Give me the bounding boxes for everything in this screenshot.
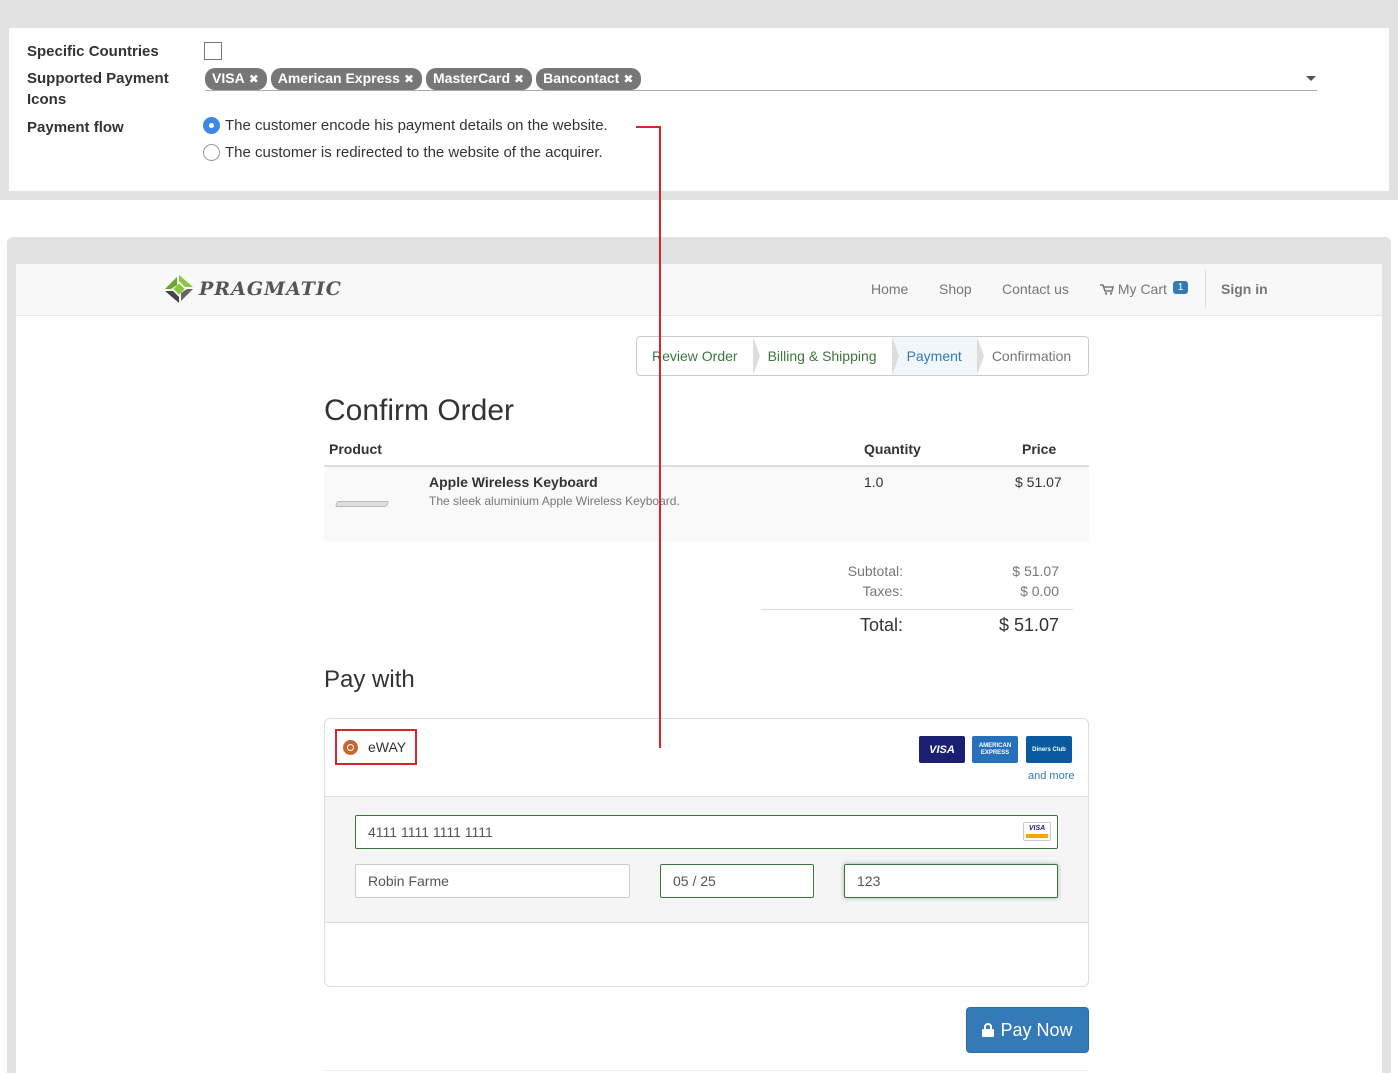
tag-remove-icon[interactable]: ✖ <box>623 72 633 86</box>
nav-shop[interactable]: Shop <box>939 281 972 297</box>
payment-icons-tags: VISA ✖ American Express ✖ MasterCard ✖ Banc… <box>205 68 642 90</box>
page-bottom-divider <box>324 1070 1089 1071</box>
diners-icon-text: Diners Club <box>1032 746 1066 753</box>
wizard-step-confirmation: Confirmation <box>991 348 1072 364</box>
card-number-input[interactable]: 4111 1111 1111 1111 VISA <box>355 815 1058 849</box>
column-header-product: Product <box>329 441 382 457</box>
flow-option-label: The customer encode his payment details … <box>225 117 608 134</box>
totals-divider <box>761 609 1073 610</box>
cart-count-badge: 1 <box>1172 281 1189 294</box>
taxes-label: Taxes: <box>862 583 903 599</box>
tag-label: VISA <box>212 70 245 86</box>
pragmatic-logo-icon <box>165 275 193 303</box>
tags-input-underline[interactable] <box>205 90 1317 91</box>
product-description: The sleek aluminium Apple Wireless Keybo… <box>429 494 680 508</box>
card-cvc-input[interactable]: 123 <box>844 864 1058 898</box>
checkout-wizard: Review Order Billing & Shipping Payment … <box>636 336 1089 376</box>
card-number-value: 4111 1111 1111 1111 <box>368 824 493 840</box>
acquirer-eway-option[interactable]: eWAY <box>335 729 417 765</box>
tag-visa: VISA ✖ <box>205 68 267 90</box>
visa-icon: VISA <box>919 736 965 763</box>
supported-icons-label-line2: Icons <box>27 91 67 108</box>
payment-acquirer-panel: eWAY VISA AMERICAN EXPRESS Diners Club a… <box>324 718 1089 987</box>
supported-icons-label: Supported Payment Icons <box>27 68 169 110</box>
and-more-link[interactable]: and more <box>1028 770 1074 782</box>
product-price: $ 51.07 <box>1015 474 1062 490</box>
tag-bancontact: Bancontact ✖ <box>536 68 642 90</box>
brand-logo[interactable]: PRAGMATIC <box>163 273 342 305</box>
specific-countries-label: Specific Countries <box>27 43 159 60</box>
card-form: 4111 1111 1111 1111 VISA Robin Farme 05 … <box>325 797 1088 923</box>
amex-icon-text: AMERICAN EXPRESS <box>978 742 1012 756</box>
tag-label: MasterCard <box>433 70 511 86</box>
pay-with-heading: Pay with <box>324 666 415 693</box>
column-header-quantity: Quantity <box>864 441 921 457</box>
annotation-line <box>659 126 661 748</box>
pay-now-button[interactable]: Pay Now <box>966 1007 1089 1053</box>
specific-countries-checkbox[interactable] <box>204 42 222 60</box>
product-name[interactable]: Apple Wireless Keyboard <box>429 474 598 490</box>
card-expiry-input[interactable]: 05 / 25 <box>660 864 814 898</box>
sign-in-link[interactable]: Sign in <box>1221 281 1268 297</box>
acquirer-name: eWAY <box>368 739 407 755</box>
dropdown-caret-icon[interactable] <box>1306 76 1316 81</box>
product-quantity: 1.0 <box>864 474 884 490</box>
page-title: Confirm Order <box>324 394 515 427</box>
column-header-price: Price <box>1022 441 1057 457</box>
card-holder-input[interactable]: Robin Farme <box>355 864 630 898</box>
tag-remove-icon[interactable]: ✖ <box>404 72 414 86</box>
nav-divider <box>1205 270 1206 308</box>
diners-club-icon: Diners Club <box>1026 736 1072 763</box>
tag-remove-icon[interactable]: ✖ <box>249 72 259 86</box>
american-express-icon: AMERICAN EXPRESS <box>972 736 1018 763</box>
website-checkout-page: PRAGMATIC Home Shop Contact us My Cart 1… <box>16 264 1382 1073</box>
radio-unselected-icon[interactable] <box>203 144 220 161</box>
subtotal-label: Subtotal: <box>847 563 903 579</box>
wizard-step-review-order[interactable]: Review Order <box>637 337 760 375</box>
brand-name: PRAGMATIC <box>199 278 342 300</box>
acquirer-header: eWAY VISA AMERICAN EXPRESS Diners Club a… <box>325 719 1088 797</box>
flow-option-on-site[interactable]: The customer encode his payment details … <box>203 117 608 134</box>
visa-icon-text: VISA <box>929 743 955 756</box>
nav-home[interactable]: Home <box>871 281 908 297</box>
tag-label: Bancontact <box>543 70 620 86</box>
tag-label: American Express <box>277 70 400 86</box>
flow-option-label: The customer is redirected to the websit… <box>225 144 603 161</box>
nav-my-cart[interactable]: My Cart 1 <box>1100 281 1189 298</box>
subtotal-value: $ 51.07 <box>1012 563 1059 579</box>
navbar: PRAGMATIC Home Shop Contact us My Cart 1… <box>16 264 1382 316</box>
card-brand-icon: VISA <box>1023 822 1051 841</box>
supported-icons-label-line1: Supported Payment <box>27 70 169 87</box>
annotation-line <box>636 126 661 128</box>
radio-selected-icon[interactable] <box>343 739 358 755</box>
cart-label: My Cart <box>1117 281 1167 297</box>
payment-flow-label: Payment flow <box>27 119 124 136</box>
total-label: Total: <box>859 615 903 635</box>
nav-contact-us[interactable]: Contact us <box>1002 281 1069 297</box>
flow-option-redirect[interactable]: The customer is redirected to the websit… <box>203 144 603 161</box>
tag-mastercard: MasterCard ✖ <box>426 68 533 90</box>
total-value: $ 51.07 <box>998 615 1059 635</box>
lock-icon <box>982 1023 995 1037</box>
taxes-value: $ 0.00 <box>1020 583 1059 599</box>
payment-acquirer-settings: Specific Countries Supported Payment Ico… <box>9 28 1389 191</box>
product-image <box>334 501 390 507</box>
wizard-step-billing-shipping[interactable]: Billing & Shipping <box>753 337 899 375</box>
pay-now-label: Pay Now <box>1000 1019 1073 1040</box>
wizard-step-payment: Payment <box>891 337 985 375</box>
cart-icon <box>1100 284 1115 295</box>
radio-selected-icon[interactable] <box>203 117 220 134</box>
tag-remove-icon[interactable]: ✖ <box>514 72 524 86</box>
tag-american-express: American Express ✖ <box>270 68 422 90</box>
